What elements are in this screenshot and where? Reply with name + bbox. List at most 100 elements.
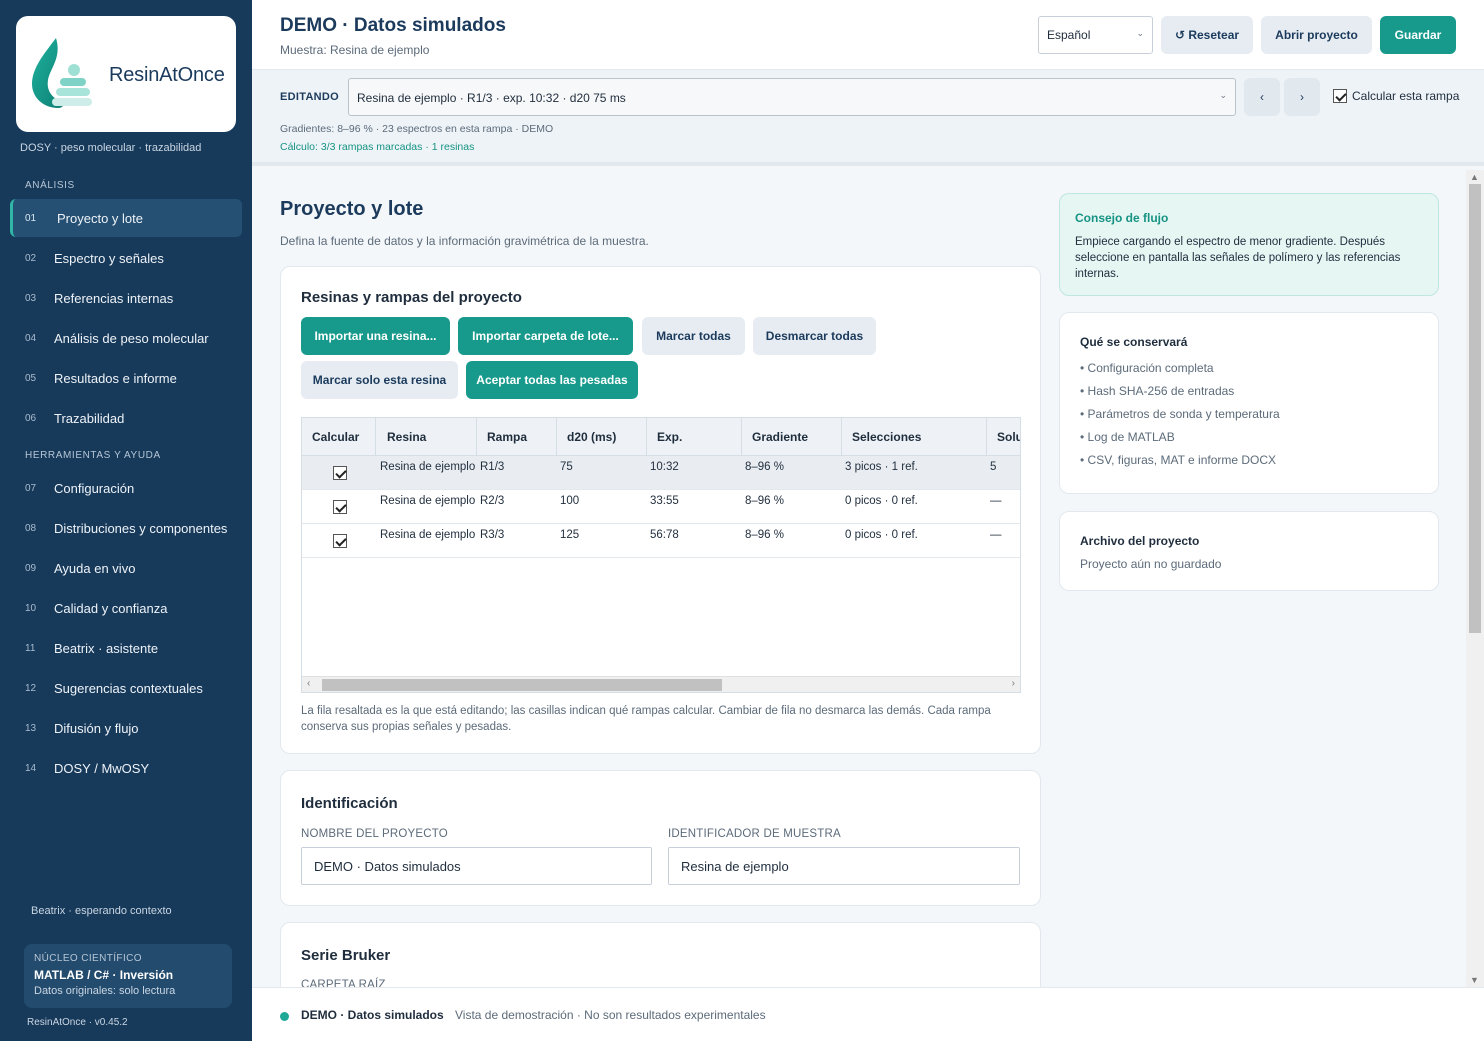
unmark-all-button[interactable]: Desmarcar todas <box>753 317 876 355</box>
sidebar-item-number: 08 <box>25 522 37 534</box>
page-title: DEMO · Datos simulados <box>280 15 506 36</box>
table-cell-selections: 0 picos · 0 ref. <box>845 495 918 507</box>
prev-ramp-button[interactable]: ‹ <box>1244 78 1280 116</box>
column-header[interactable]: Rampa <box>487 430 527 444</box>
chevron-down-icon: ⌄ <box>1219 90 1227 100</box>
mark-only-resin-button[interactable]: Marcar solo esta resina <box>301 361 458 399</box>
table-cell-resin: Resina de ejemplo <box>380 461 476 473</box>
calc-ramp-checkbox[interactable] <box>1333 89 1347 103</box>
section-label-analysis: ANÁLISIS <box>25 180 75 191</box>
table-cell-exp: 56:78 <box>650 529 679 541</box>
sidebar-item-label: Ayuda en vivo <box>54 560 136 576</box>
ramp-select[interactable]: Resina de ejemplo · R1/3 · exp. 10:32 · … <box>348 78 1236 116</box>
project-name-label: NOMBRE DEL PROYECTO <box>301 828 448 840</box>
archive-title: Archivo del proyecto <box>1080 534 1200 548</box>
column-header[interactable]: Calcular <box>312 430 359 444</box>
column-header[interactable]: Solu <box>997 430 1020 444</box>
sample-id-input[interactable]: Resina de ejemplo <box>668 847 1020 885</box>
logo-card: ResinAtOnce <box>16 16 236 132</box>
table-row[interactable]: Resina de ejemplo R3/3 125 56:78 8–96 % 0 pic… <box>302 524 1020 558</box>
scroll-up-icon[interactable]: ▲ <box>1470 172 1479 182</box>
sidebar-item[interactable]: 04 Análisis de peso molecular <box>10 319 242 357</box>
sidebar-item-number: 04 <box>25 332 37 344</box>
sidebar-item[interactable]: 01 Proyecto y lote <box>10 199 242 237</box>
table-cell-resin: Resina de ejemplo <box>380 495 476 507</box>
project-name-input[interactable]: DEMO · Datos simulados <box>301 847 652 885</box>
sidebar-item[interactable]: 14 DOSY / MwOSY <box>10 749 242 787</box>
row-calc-checkbox[interactable] <box>333 500 347 514</box>
row-calc-checkbox[interactable] <box>333 534 347 548</box>
table-cell-d20: 125 <box>560 529 580 541</box>
scroll-left-icon[interactable]: ‹ <box>307 678 310 689</box>
sidebar-item[interactable]: 03 Referencias internas <box>10 279 242 317</box>
sidebar-item-label: Trazabilidad <box>54 410 125 426</box>
sidebar-item-number: 09 <box>25 562 37 574</box>
calc-ramp-label: Calcular esta rampa <box>1352 89 1460 103</box>
language-select[interactable]: Español ⌄ <box>1038 16 1153 54</box>
table-cell-exp: 33:55 <box>650 495 679 507</box>
sidebar-item[interactable]: 06 Trazabilidad <box>10 399 242 437</box>
column-header[interactable]: Gradiente <box>752 430 808 444</box>
sidebar-item[interactable]: 10 Calidad y confianza <box>10 589 242 627</box>
archive-card: Archivo del proyecto Proyecto aún no gua… <box>1059 511 1439 591</box>
column-header[interactable]: Exp. <box>657 430 682 444</box>
scroll-right-icon[interactable]: › <box>1012 678 1015 689</box>
row-calc-checkbox[interactable] <box>333 466 347 480</box>
list-item: • Parámetros de sonda y temperatura <box>1080 407 1280 421</box>
sidebar-item-number: 13 <box>25 722 37 734</box>
open-project-button[interactable]: Abrir proyecto <box>1261 16 1372 54</box>
sidebar-item[interactable]: 09 Ayuda en vivo <box>10 549 242 587</box>
ramp-select-value: Resina de ejemplo · R1/3 · exp. 10:32 · … <box>357 91 626 105</box>
sidebar-item-number: 14 <box>25 762 37 774</box>
keep-title: Qué se conservará <box>1080 335 1188 349</box>
save-button[interactable]: Guardar <box>1380 16 1456 54</box>
main-scroll-thumb[interactable] <box>1469 184 1481 633</box>
keep-card: Qué se conservará • Configuración comple… <box>1059 312 1439 494</box>
table-scroll-thumb[interactable] <box>322 679 722 691</box>
sidebar-item-label: Configuración <box>54 480 135 496</box>
table-note: La fila resaltada es la que está editand… <box>301 705 991 733</box>
sidebar-item-number: 11 <box>25 642 36 654</box>
table-cell-ramp: R1/3 <box>480 461 505 473</box>
core-card: NÚCLEO CIENTÍFICO MATLAB / C# · Inversió… <box>24 944 232 1008</box>
table-row[interactable]: Resina de ejemplo R1/3 75 10:32 8–96 % 3 pico… <box>302 456 1020 490</box>
sidebar-item-number: 05 <box>25 372 37 384</box>
sidebar-item[interactable]: 13 Difusión y flujo <box>10 709 242 747</box>
list-item: • Log de MATLAB <box>1080 430 1175 444</box>
sidebar-item[interactable]: 11 Beatrix · asistente <box>10 629 242 667</box>
sidebar-item-label: Resultados e informe <box>54 370 177 386</box>
column-header[interactable]: Resina <box>387 430 426 444</box>
table-hscrollbar[interactable]: ‹ › <box>302 676 1020 692</box>
sidebar-item[interactable]: 05 Resultados e informe <box>10 359 242 397</box>
sidebar-item-number: 03 <box>25 292 37 304</box>
table-cell-resin: Resina de ejemplo <box>380 529 476 541</box>
reset-button[interactable]: ↺ Resetear <box>1161 16 1253 54</box>
section-title: Proyecto y lote <box>280 198 424 220</box>
core-sub: Datos originales: solo lectura <box>34 985 176 997</box>
table-row[interactable]: Resina de ejemplo R2/3 100 33:55 8–96 % 0 pic… <box>302 490 1020 524</box>
column-header[interactable]: Selecciones <box>852 430 921 444</box>
import-resin-button[interactable]: Importar una resina... <box>301 317 450 355</box>
sidebar-item-label: Referencias internas <box>54 290 174 306</box>
sidebar-item[interactable]: 07 Configuración <box>10 469 242 507</box>
mark-all-button[interactable]: Marcar todas <box>642 317 745 355</box>
sidebar-item[interactable]: 02 Espectro y señales <box>10 239 242 277</box>
sidebar-item[interactable]: 08 Distribuciones y componentes <box>10 509 242 547</box>
calc-ramp-toggle[interactable]: Calcular esta rampa <box>1333 89 1459 103</box>
scroll-down-icon[interactable]: ▼ <box>1470 975 1479 985</box>
sidebar-item[interactable]: 12 Sugerencias contextuales <box>10 669 242 707</box>
ramps-table: Calcular Resina Rampa d20 (ms) Exp. Grad… <box>301 417 1021 693</box>
beatrix-status: Beatrix · esperando contexto <box>31 905 172 917</box>
table-cell-d20: 75 <box>560 461 573 473</box>
sidebar-item-number: 10 <box>25 602 37 614</box>
column-header[interactable]: d20 (ms) <box>567 430 616 444</box>
section-label-tools: HERRAMIENTAS Y AYUDA <box>25 450 161 461</box>
next-ramp-button[interactable]: › <box>1284 78 1320 116</box>
sidebar-item-label: Sugerencias contextuales <box>54 680 203 696</box>
identification-title: Identificación <box>301 795 398 812</box>
calc-status: Cálculo: 3/3 rampas marcadas · 1 resinas <box>280 141 475 153</box>
accept-weights-button[interactable]: Aceptar todas las pesadas <box>466 361 638 399</box>
table-cell-selections: 3 picos · 1 ref. <box>845 461 918 473</box>
import-folder-button[interactable]: Importar carpeta de lote... <box>458 317 633 355</box>
main-vscrollbar[interactable]: ▲ ▼ <box>1466 170 1484 987</box>
